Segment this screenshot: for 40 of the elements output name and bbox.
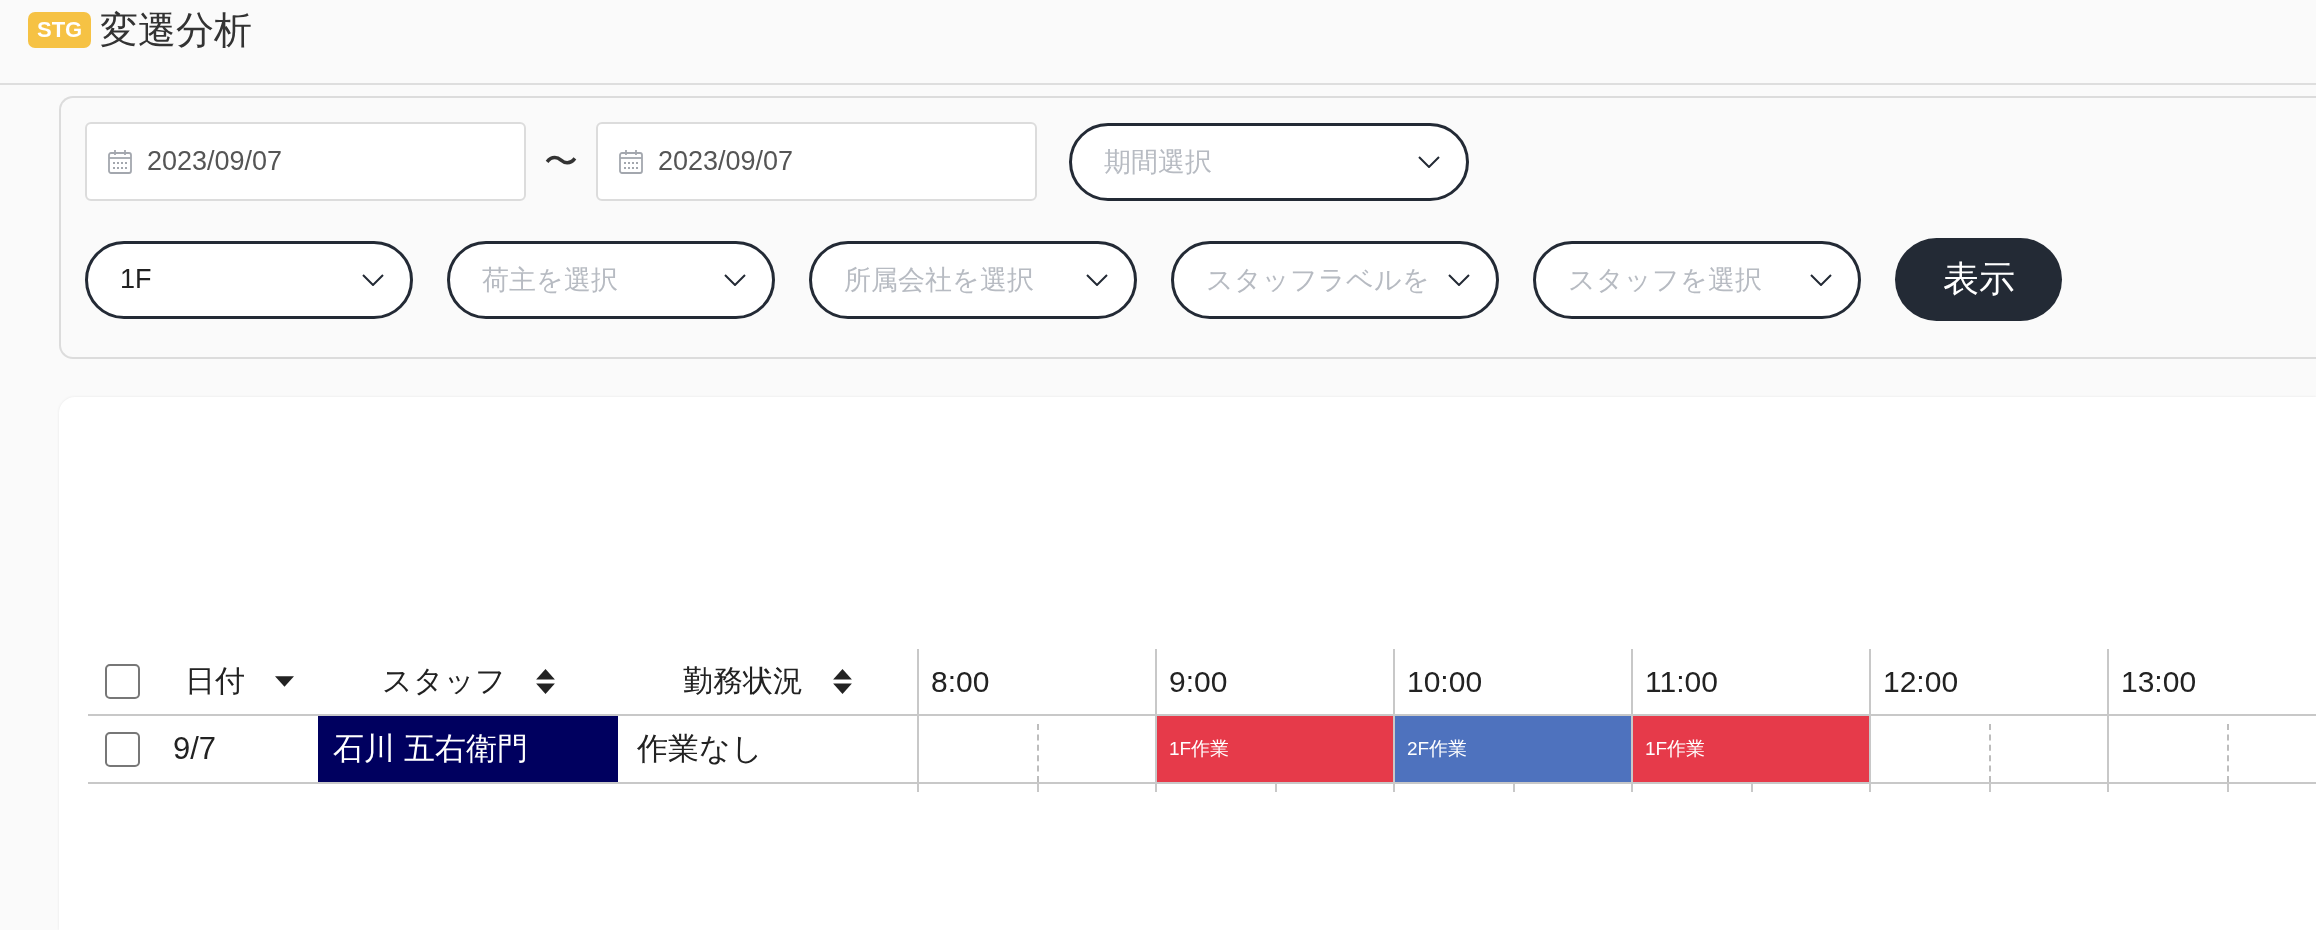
status-cell-text: 作業なし — [637, 730, 763, 768]
sort-icon[interactable] — [535, 669, 555, 694]
environment-badge: STG — [28, 12, 92, 48]
chevron-down-icon — [1418, 155, 1440, 168]
staff-label-select[interactable]: スタッフラベルを — [1171, 240, 1499, 319]
hour-label: 9:00 — [1169, 664, 1228, 699]
select-all-checkbox[interactable] — [105, 664, 140, 699]
chevron-down-icon — [1448, 273, 1470, 286]
chevron-down-icon — [1086, 273, 1108, 286]
sort-descending-icon[interactable] — [274, 676, 294, 687]
chevron-down-icon — [362, 273, 384, 286]
date-cell: 9/7 — [173, 731, 217, 767]
chevron-down-icon — [724, 273, 746, 286]
column-header: 日付 — [184, 663, 245, 699]
page-title: 変遷分析 — [100, 9, 253, 51]
hour-label: 10:00 — [1407, 664, 1483, 699]
shipper-select[interactable]: 荷主を選択 — [447, 240, 775, 319]
column-header: 勤務状況 — [683, 663, 803, 699]
date-field[interactable]: 2023/09/07 — [85, 122, 526, 201]
staff-select[interactable]: スタッフを選択 — [1533, 240, 1861, 319]
company-select[interactable]: 所属会社を選択 — [809, 240, 1137, 319]
display-button[interactable]: 表示 — [1895, 238, 2062, 321]
floor-select[interactable]: 1F — [85, 240, 413, 319]
date-field[interactable]: 2023/09/07 — [596, 122, 1037, 201]
task-bar: 2F作業 — [1395, 716, 1631, 782]
row-checkbox[interactable] — [105, 731, 140, 767]
task-bar: 1F作業 — [1633, 716, 1869, 782]
chevron-down-icon — [1810, 273, 1832, 286]
hour-label: 13:00 — [2121, 664, 2197, 699]
task-bar: 1F作業 — [1157, 716, 1393, 782]
range-separator: 〜 — [544, 140, 578, 182]
period-select[interactable]: 期間選択 — [1069, 122, 1469, 201]
calendar-icon — [107, 148, 133, 175]
sort-icon[interactable] — [833, 669, 852, 694]
calendar-icon — [618, 148, 644, 175]
hour-label: 12:00 — [1883, 664, 1959, 699]
column-header: スタッフ — [381, 663, 506, 699]
hour-label: 8:00 — [931, 664, 990, 699]
staff-name-cell: 石川 五右衛門 — [318, 716, 618, 782]
hour-label: 11:00 — [1645, 664, 1718, 699]
